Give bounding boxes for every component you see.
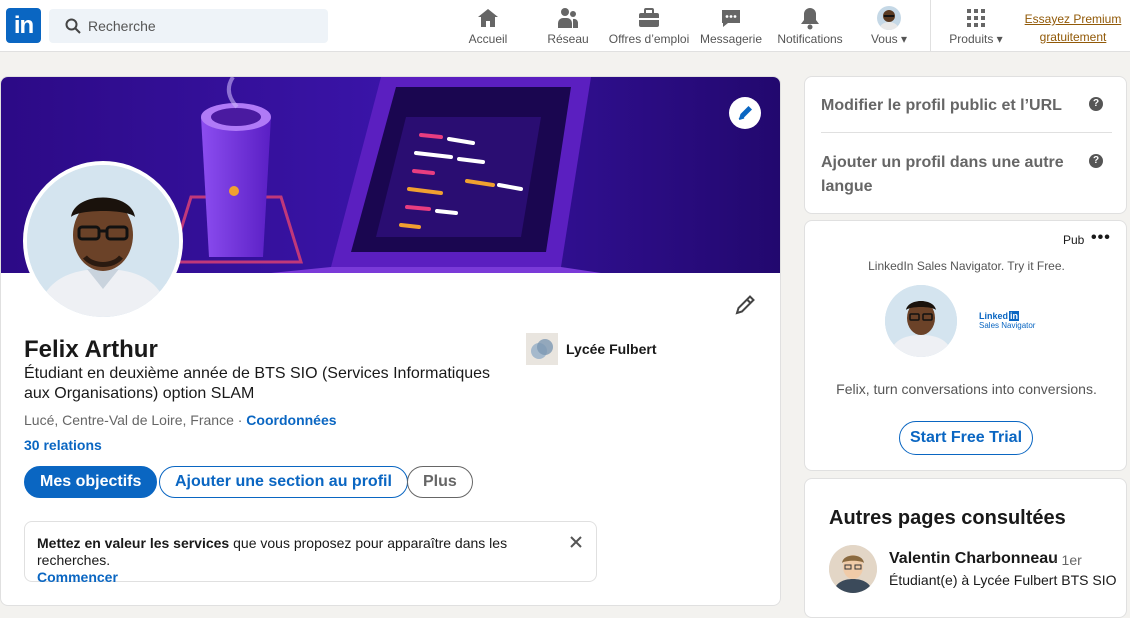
profile-card: Felix Arthur Étudiant en deuxième année … [0, 76, 781, 606]
profile-location: Lucé, Centre-Val de Loire, France · Coor… [24, 412, 337, 428]
services-bold: Mettez en valeur les services [37, 535, 230, 551]
school-name: Lycée Fulbert [566, 341, 657, 357]
avatar [877, 6, 901, 30]
help-icon[interactable]: ? [1089, 97, 1103, 111]
brand-linked: Linked [979, 311, 1009, 321]
profile-headline: Étudiant en deuxième année de BTS SIO (S… [24, 365, 491, 402]
grid-icon [967, 9, 985, 27]
nav-label: Accueil [468, 32, 508, 46]
other-pages-card: Autres pages consultées Valentin Charbon… [804, 478, 1127, 618]
divider [821, 132, 1112, 133]
messaging-icon [722, 10, 740, 27]
network-icon [558, 8, 579, 28]
chevron-down-icon: ▾ [996, 32, 1003, 46]
edit-intro-pencil-icon[interactable] [733, 293, 757, 317]
add-language-profile-link[interactable]: Ajouter un profil dans une autre langue [821, 151, 1071, 199]
ad-message: Felix, turn conversations into conversio… [836, 381, 1097, 397]
services-start-link[interactable]: Commencer [37, 569, 584, 585]
location-text: Lucé, Centre-Val de Loire, France · [24, 412, 247, 428]
nav-home[interactable]: Accueil [462, 6, 514, 48]
services-text: Mettez en valeur les services que vous p… [37, 535, 584, 569]
top-nav: in Accueil Réseau Offres d’emploi Messag… [0, 0, 1130, 52]
person-name[interactable]: Valentin Charbonneau [889, 550, 1058, 568]
nav-divider [930, 0, 931, 52]
profile-settings-card: Modifier le profil public et l’URL ? Ajo… [804, 76, 1127, 214]
ad-tagline: LinkedIn Sales Navigator. Try it Free. [868, 259, 1065, 273]
services-prompt: Mettez en valeur les services que vous p… [24, 521, 597, 585]
close-icon[interactable] [568, 534, 584, 550]
pencil-icon [738, 106, 752, 120]
open-to-button[interactable]: Mes objectifs [24, 466, 158, 498]
chevron-down-icon: ▾ [901, 32, 908, 46]
nav-label: Produits ▾ [949, 32, 1003, 46]
bell-icon [801, 8, 819, 30]
nav-jobs[interactable]: Offres d’emploi [604, 6, 694, 48]
premium-line-2: gratuitement [1039, 30, 1107, 44]
person-headline: Étudiant(e) à Lycée Fulbert BTS SIO [889, 572, 1117, 588]
briefcase-icon [639, 8, 659, 27]
search-input[interactable] [88, 9, 318, 43]
nav-label: Vous ▾ [870, 32, 908, 46]
brand-in: in [1009, 311, 1020, 321]
more-button[interactable]: Plus [407, 466, 473, 498]
profile-photo[interactable] [23, 161, 183, 321]
school-entry[interactable]: Lycée Fulbert [526, 333, 657, 365]
start-free-trial-button[interactable]: Start Free Trial [899, 421, 1033, 455]
nav-notifications[interactable]: Notifications [773, 6, 847, 48]
nav-label: Messagerie [699, 32, 763, 46]
premium-line-1: Essayez Premium [1024, 12, 1122, 26]
nav-products[interactable]: Produits ▾ [944, 6, 1008, 48]
sales-navigator-logo: Linked in Sales Navigator [979, 311, 1043, 335]
help-icon[interactable]: ? [1089, 154, 1103, 168]
home-icon [478, 9, 498, 27]
edit-banner-button[interactable] [729, 97, 761, 129]
premium-link[interactable]: Essayez Premium gratuitement [1020, 10, 1126, 46]
avatar[interactable] [829, 545, 877, 593]
ad-label: Pub [1063, 233, 1085, 247]
linkedin-logo[interactable]: in [6, 8, 41, 43]
nav-label: Offres d’emploi [608, 32, 690, 46]
nav-network[interactable]: Réseau [542, 6, 594, 48]
nav-label: Réseau [547, 32, 589, 46]
profile-name: Felix Arthur [24, 336, 158, 363]
nav-label: Notifications [777, 32, 843, 46]
connections-link[interactable]: 30 relations [24, 437, 102, 453]
more-options-icon[interactable]: ••• [1091, 229, 1111, 247]
ad-user-photo [885, 285, 957, 357]
brand-sales-navigator: Sales Navigator [979, 321, 1036, 330]
edit-public-profile-link[interactable]: Modifier le profil public et l’URL [821, 94, 1113, 118]
school-logo [526, 333, 558, 365]
nav-me[interactable]: Vous ▾ [866, 6, 912, 48]
other-pages-title: Autres pages consultées [829, 507, 1066, 529]
search-icon [65, 18, 81, 34]
ad-card: Pub ••• LinkedIn Sales Navigator. Try it… [804, 220, 1127, 471]
contact-info-link[interactable]: Coordonnées [246, 412, 336, 428]
connection-degree: · 1er [1053, 552, 1082, 568]
nav-messaging[interactable]: Messagerie [699, 6, 763, 48]
add-section-button[interactable]: Ajouter une section au profil [159, 466, 408, 498]
search-box[interactable] [49, 9, 328, 43]
